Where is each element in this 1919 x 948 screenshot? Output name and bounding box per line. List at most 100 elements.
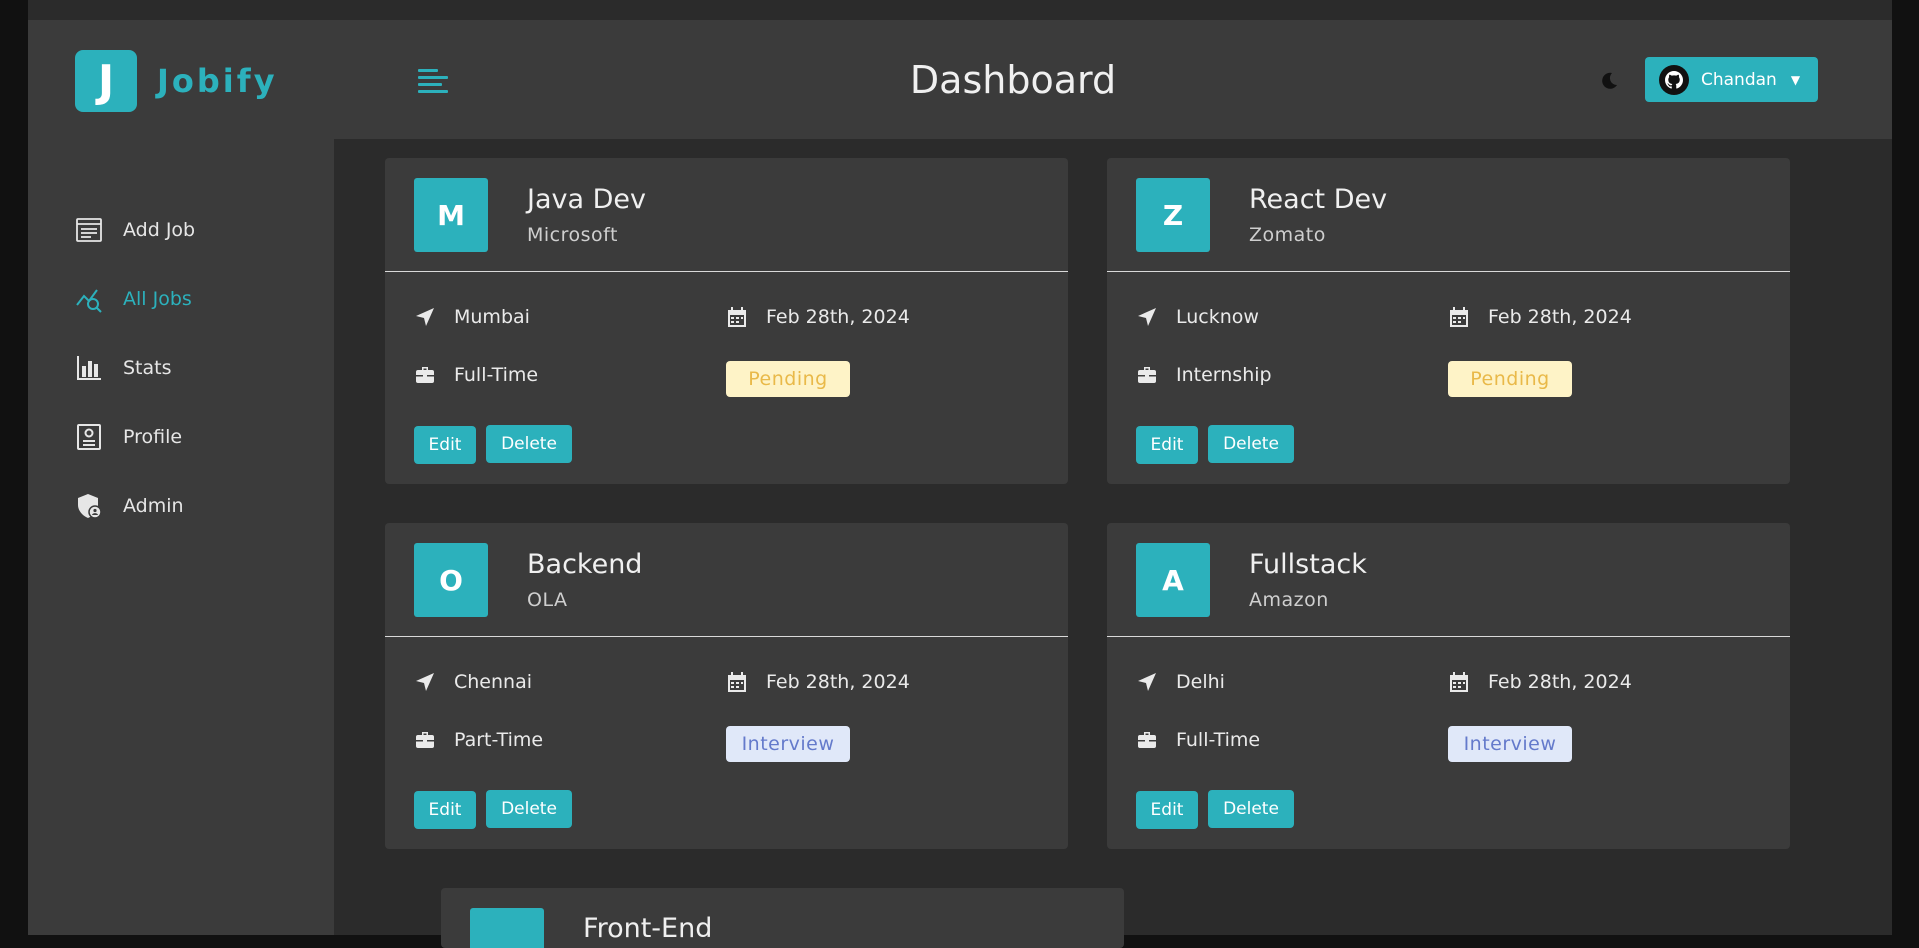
calendar-icon xyxy=(1448,306,1488,328)
briefcase-icon xyxy=(414,364,454,386)
job-date-text: Feb 28th, 2024 xyxy=(1488,306,1632,328)
job-card-header: A Fullstack Amazon xyxy=(1107,523,1790,637)
status-badge: Interview xyxy=(1448,726,1572,762)
edit-button[interactable]: Edit xyxy=(414,426,476,464)
all-jobs-icon xyxy=(76,288,102,313)
job-position: Fullstack xyxy=(1249,549,1367,580)
job-type: Part-Time xyxy=(414,729,543,751)
job-card: O Backend OLA Chennai Feb 28th, 2024 Par… xyxy=(385,523,1068,849)
job-date-text: Feb 28th, 2024 xyxy=(766,671,910,693)
status-badge: Pending xyxy=(1448,361,1572,397)
job-date-text: Feb 28th, 2024 xyxy=(1488,671,1632,693)
job-company: OLA xyxy=(527,589,568,611)
job-date-text: Feb 28th, 2024 xyxy=(766,306,910,328)
sidebar-item-profile[interactable]: Profile xyxy=(75,402,195,471)
edit-button[interactable]: Edit xyxy=(414,791,476,829)
job-card: M Java Dev Microsoft Mumbai Feb 28th, 20… xyxy=(385,158,1068,484)
job-company: Amazon xyxy=(1249,589,1329,611)
stats-icon xyxy=(77,355,101,380)
job-company: Zomato xyxy=(1249,224,1326,246)
job-company: Microsoft xyxy=(527,224,618,246)
caret-down-icon: ▼ xyxy=(1790,72,1801,87)
sidebar-item-label: Profile xyxy=(123,425,183,448)
profile-icon xyxy=(77,423,101,450)
job-type: Full-Time xyxy=(1136,729,1260,751)
job-avatar: M xyxy=(414,178,488,252)
job-position: Backend xyxy=(527,549,643,580)
edit-button[interactable]: Edit xyxy=(1136,791,1198,829)
job-card-header: Z React Dev Zomato xyxy=(1107,158,1790,272)
job-card: Front-End xyxy=(441,888,1124,948)
job-date: Feb 28th, 2024 xyxy=(1448,306,1632,328)
sidebar-nav: Add Job All Jobs Stats Profile Admin xyxy=(75,195,195,540)
edit-button[interactable]: Edit xyxy=(1136,426,1198,464)
job-avatar: Z xyxy=(1136,178,1210,252)
job-position: React Dev xyxy=(1249,184,1388,215)
logo-mark: J xyxy=(75,50,137,112)
job-date: Feb 28th, 2024 xyxy=(726,671,910,693)
sidebar-item-label: Add Job xyxy=(123,218,196,241)
delete-button[interactable]: Delete xyxy=(1208,425,1294,463)
delete-button[interactable]: Delete xyxy=(486,425,572,463)
job-card: Z React Dev Zomato Lucknow Feb 28th, 202… xyxy=(1107,158,1790,484)
job-location-text: Chennai xyxy=(454,671,533,693)
job-date: Feb 28th, 2024 xyxy=(1448,671,1632,693)
sidebar-item-admin[interactable]: Admin xyxy=(75,471,195,540)
top-strip xyxy=(28,0,1892,20)
sidebar: J Jobify Add Job All Jobs Stats Profile … xyxy=(28,20,334,935)
sidebar-item-all-jobs[interactable]: All Jobs xyxy=(75,264,195,333)
add-job-icon xyxy=(76,217,102,242)
location-arrow-icon xyxy=(414,671,454,693)
sidebar-item-label: Admin xyxy=(123,494,184,517)
job-avatar xyxy=(470,908,544,948)
logo-text: Jobify xyxy=(157,62,278,100)
status-badge: Pending xyxy=(726,361,850,397)
job-date: Feb 28th, 2024 xyxy=(726,306,910,328)
job-location-text: Lucknow xyxy=(1176,306,1259,328)
calendar-icon xyxy=(726,306,766,328)
sidebar-item-stats[interactable]: Stats xyxy=(75,333,195,402)
sidebar-item-add-job[interactable]: Add Job xyxy=(75,195,195,264)
delete-button[interactable]: Delete xyxy=(1208,790,1294,828)
location-arrow-icon xyxy=(1136,306,1176,328)
job-card-header: O Backend OLA xyxy=(385,523,1068,637)
job-card-header: M Java Dev Microsoft xyxy=(385,158,1068,272)
job-type: Full-Time xyxy=(414,364,538,386)
sidebar-item-label: All Jobs xyxy=(123,287,192,310)
app-frame: J Jobify Add Job All Jobs Stats Profile … xyxy=(28,0,1892,948)
job-avatar: A xyxy=(1136,543,1210,617)
job-location: Mumbai xyxy=(414,306,530,328)
job-location-text: Mumbai xyxy=(454,306,530,328)
job-type-text: Part-Time xyxy=(454,729,544,751)
calendar-icon xyxy=(1448,671,1488,693)
job-location-text: Delhi xyxy=(1176,671,1225,693)
briefcase-icon xyxy=(1136,364,1176,386)
briefcase-icon xyxy=(1136,729,1176,751)
logo[interactable]: J Jobify xyxy=(75,50,278,112)
job-type-text: Internship xyxy=(1176,364,1272,386)
job-position: Java Dev xyxy=(527,184,646,215)
job-avatar: O xyxy=(414,543,488,617)
job-location: Chennai xyxy=(414,671,532,693)
location-arrow-icon xyxy=(414,306,454,328)
location-arrow-icon xyxy=(1136,671,1176,693)
job-type: Internship xyxy=(1136,364,1272,386)
admin-icon xyxy=(78,493,102,519)
top-navbar: Dashboard Chandan ▼ xyxy=(334,20,1892,139)
job-card: A Fullstack Amazon Delhi Feb 28th, 2024 … xyxy=(1107,523,1790,849)
job-position: Front-End xyxy=(583,913,713,944)
status-badge: Interview xyxy=(726,726,850,762)
calendar-icon xyxy=(726,671,766,693)
job-type-text: Full-Time xyxy=(1176,729,1261,751)
job-type-text: Full-Time xyxy=(454,364,539,386)
moon-icon[interactable] xyxy=(1598,70,1620,92)
page-title: Dashboard xyxy=(909,58,1117,102)
briefcase-icon xyxy=(414,729,454,751)
github-icon xyxy=(1659,64,1689,95)
job-location: Lucknow xyxy=(1136,306,1259,328)
user-name: Chandan xyxy=(1701,69,1777,90)
user-menu-button[interactable]: Chandan ▼ xyxy=(1645,57,1818,102)
delete-button[interactable]: Delete xyxy=(486,790,572,828)
job-location: Delhi xyxy=(1136,671,1225,693)
sidebar-item-label: Stats xyxy=(123,356,172,379)
